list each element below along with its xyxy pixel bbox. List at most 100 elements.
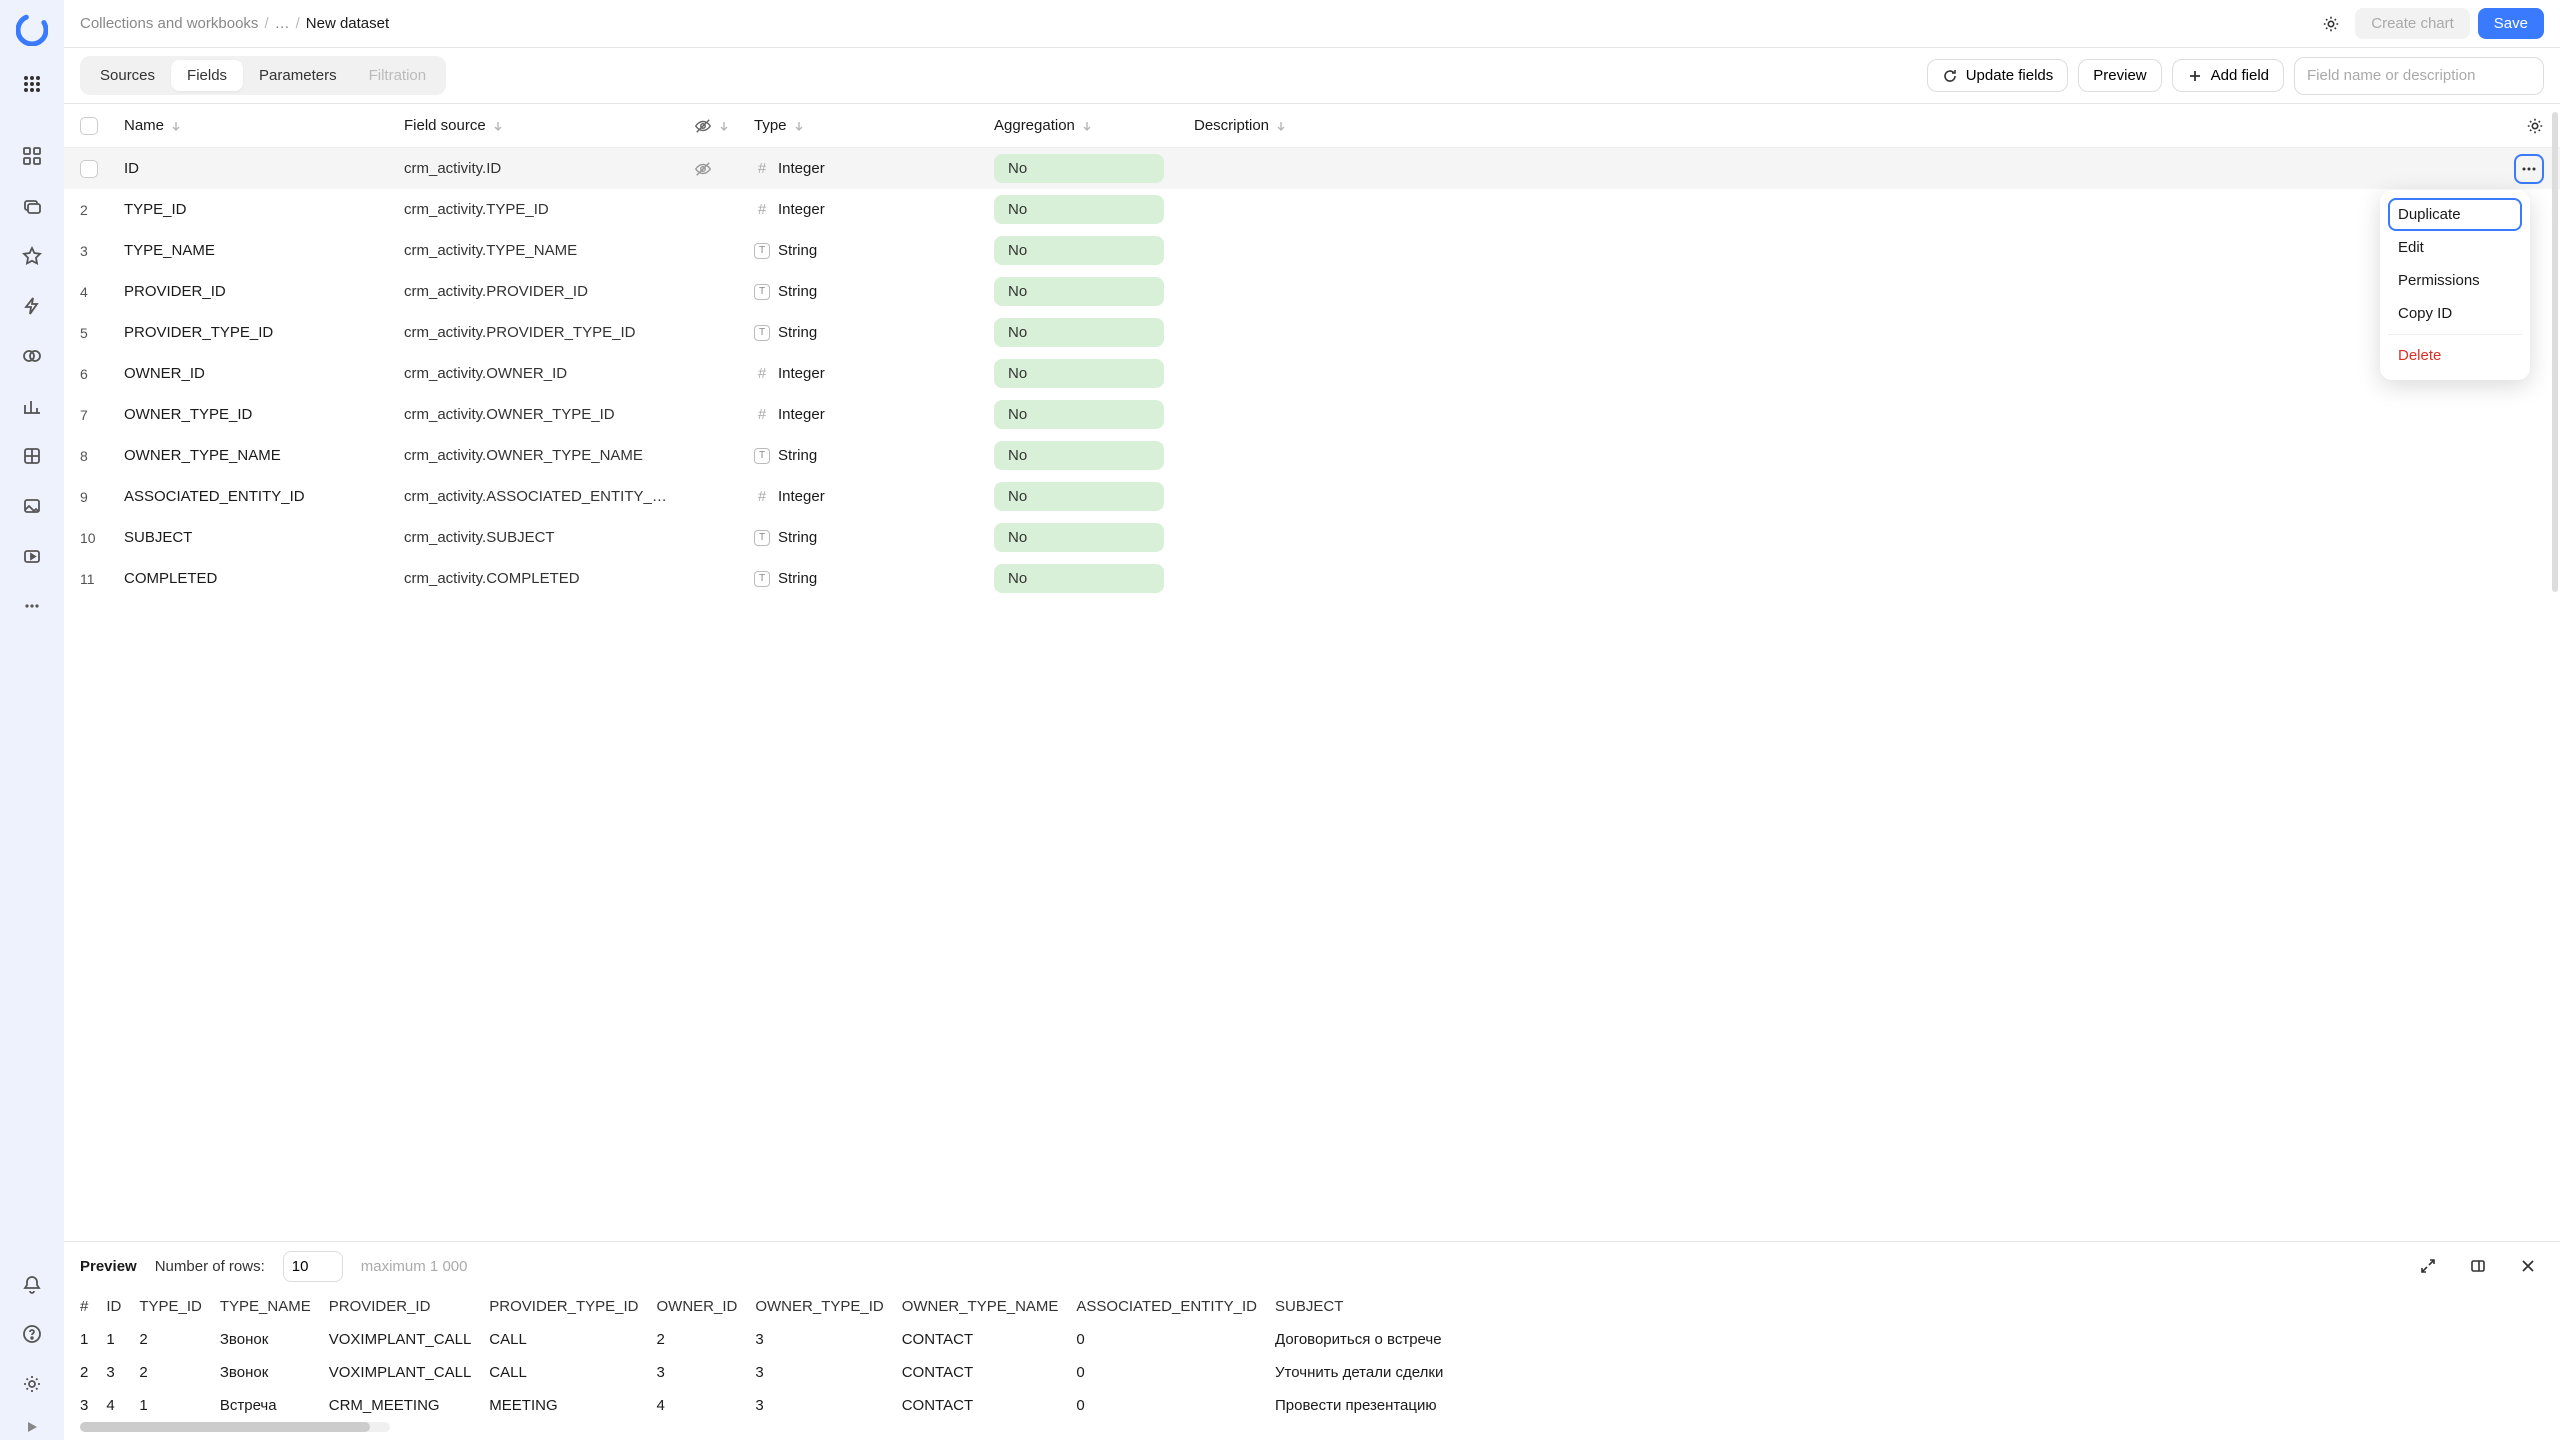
field-row[interactable]: 6OWNER_IDcrm_activity.OWNER_ID#IntegerNo — [64, 353, 2560, 394]
side-panel-icon[interactable] — [2462, 1250, 2494, 1282]
field-row[interactable]: 11COMPLETEDcrm_activity.COMPLETEDTString… — [64, 558, 2560, 599]
update-fields-label: Update fields — [1966, 67, 2054, 84]
close-icon[interactable] — [2512, 1250, 2544, 1282]
field-row[interactable]: 5PROVIDER_TYPE_IDcrm_activity.PROVIDER_T… — [64, 312, 2560, 353]
field-row[interactable]: 2TYPE_IDcrm_activity.TYPE_ID#IntegerNo — [64, 189, 2560, 230]
select-all-checkbox[interactable] — [80, 117, 98, 135]
preview-cell: MEETING — [489, 1389, 656, 1422]
field-row[interactable]: 3TYPE_NAMEcrm_activity.TYPE_NAMETStringN… — [64, 230, 2560, 271]
columns-settings-icon[interactable] — [2526, 117, 2544, 135]
preview-scrollbar[interactable] — [64, 1422, 2560, 1440]
field-type[interactable]: #Integer — [754, 201, 994, 218]
menu-copy-id[interactable]: Copy ID — [2388, 297, 2522, 330]
col-description[interactable]: Description — [1194, 117, 1269, 134]
col-name[interactable]: Name — [124, 117, 164, 134]
field-name: OWNER_TYPE_NAME — [124, 447, 404, 464]
field-row[interactable]: 9ASSOCIATED_ENTITY_IDcrm_activity.ASSOCI… — [64, 476, 2560, 517]
preview-cell: 2 — [80, 1356, 106, 1389]
field-type[interactable]: TString — [754, 283, 994, 300]
menu-edit[interactable]: Edit — [2388, 231, 2522, 264]
aggregation-pill[interactable]: No — [994, 195, 1164, 224]
view-tabs: Sources Fields Parameters Filtration — [80, 56, 446, 95]
save-button[interactable]: Save — [2478, 8, 2544, 39]
col-source[interactable]: Field source — [404, 117, 486, 134]
menu-duplicate[interactable]: Duplicate — [2388, 198, 2522, 231]
field-name: PROVIDER_ID — [124, 283, 404, 300]
chart-icon[interactable] — [12, 386, 52, 426]
preview-rows-input[interactable] — [283, 1251, 343, 1282]
play-icon[interactable] — [0, 1414, 64, 1440]
more-icon[interactable] — [12, 586, 52, 626]
aggregation-pill[interactable]: No — [994, 318, 1164, 347]
update-fields-button[interactable]: Update fields — [1927, 59, 2069, 92]
preview-table-wrap[interactable]: #IDTYPE_IDTYPE_NAMEPROVIDER_IDPROVIDER_T… — [64, 1290, 2560, 1422]
preview-col-header: PROVIDER_TYPE_ID — [489, 1290, 656, 1323]
field-type[interactable]: TString — [754, 529, 994, 546]
text-icon: T — [754, 325, 770, 341]
folder-play-icon[interactable] — [12, 536, 52, 576]
add-field-button[interactable]: Add field — [2172, 59, 2284, 92]
preview-cell: CALL — [489, 1323, 656, 1356]
aggregation-pill[interactable]: No — [994, 277, 1164, 306]
image-icon[interactable] — [12, 486, 52, 526]
text-icon: T — [754, 571, 770, 587]
field-type[interactable]: #Integer — [754, 488, 994, 505]
field-type[interactable]: TString — [754, 242, 994, 259]
aggregation-pill[interactable]: No — [994, 564, 1164, 593]
search-input[interactable] — [2294, 57, 2544, 95]
star-icon[interactable] — [12, 236, 52, 276]
aggregation-pill[interactable]: No — [994, 236, 1164, 265]
field-row[interactable]: IDcrm_activity.ID#IntegerNo — [64, 148, 2560, 189]
folders-icon[interactable] — [12, 186, 52, 226]
logo[interactable] — [14, 12, 50, 48]
preview-cell: 2 — [139, 1323, 220, 1356]
preview-col-header: OWNER_TYPE_ID — [755, 1290, 901, 1323]
vertical-scrollbar[interactable] — [2552, 112, 2558, 592]
menu-permissions[interactable]: Permissions — [2388, 264, 2522, 297]
tab-fields[interactable]: Fields — [171, 60, 243, 91]
aggregation-pill[interactable]: No — [994, 359, 1164, 388]
row-checkbox[interactable] — [80, 160, 98, 178]
breadcrumb-mid[interactable]: … — [275, 15, 290, 32]
rings-icon[interactable] — [12, 336, 52, 376]
field-type[interactable]: #Integer — [754, 365, 994, 382]
field-row[interactable]: 7OWNER_TYPE_IDcrm_activity.OWNER_TYPE_ID… — [64, 394, 2560, 435]
breadcrumb: Collections and workbooks / … / New data… — [80, 15, 389, 32]
breadcrumb-root[interactable]: Collections and workbooks — [80, 15, 258, 32]
field-row[interactable]: 8OWNER_TYPE_NAMEcrm_activity.OWNER_TYPE_… — [64, 435, 2560, 476]
bell-icon[interactable] — [12, 1264, 52, 1304]
settings-icon[interactable] — [12, 1364, 52, 1404]
help-icon[interactable] — [12, 1314, 52, 1354]
preview-button[interactable]: Preview — [2078, 59, 2161, 92]
field-row[interactable]: 10SUBJECTcrm_activity.SUBJECTTStringNo — [64, 517, 2560, 558]
aggregation-pill[interactable]: No — [994, 154, 1164, 183]
dashboard-icon[interactable] — [12, 136, 52, 176]
field-type[interactable]: #Integer — [754, 160, 994, 177]
preview-col-header: SUBJECT — [1275, 1290, 1461, 1323]
col-aggregation[interactable]: Aggregation — [994, 117, 1075, 134]
field-type[interactable]: TString — [754, 570, 994, 587]
settings-button[interactable] — [2315, 8, 2347, 40]
col-type[interactable]: Type — [754, 117, 787, 134]
apps-icon[interactable] — [12, 64, 52, 104]
preview-cell: CONTACT — [902, 1356, 1077, 1389]
aggregation-pill[interactable]: No — [994, 400, 1164, 429]
aggregation-pill[interactable]: No — [994, 482, 1164, 511]
field-row[interactable]: 4PROVIDER_IDcrm_activity.PROVIDER_IDTStr… — [64, 271, 2560, 312]
grid-icon[interactable] — [12, 436, 52, 476]
aggregation-pill[interactable]: No — [994, 523, 1164, 552]
eye-off-icon[interactable] — [694, 160, 712, 178]
menu-delete[interactable]: Delete — [2388, 339, 2522, 372]
tab-parameters[interactable]: Parameters — [243, 60, 353, 91]
aggregation-pill[interactable]: No — [994, 441, 1164, 470]
expand-icon[interactable] — [2412, 1250, 2444, 1282]
field-type[interactable]: TString — [754, 447, 994, 464]
tab-sources[interactable]: Sources — [84, 60, 171, 91]
field-type[interactable]: TString — [754, 324, 994, 341]
preview-cell: CALL — [489, 1356, 656, 1389]
eye-off-icon[interactable] — [694, 117, 712, 135]
bolt-icon[interactable] — [12, 286, 52, 326]
field-type[interactable]: #Integer — [754, 406, 994, 423]
row-more-button[interactable] — [2514, 154, 2544, 184]
field-source: crm_activity.TYPE_NAME — [404, 242, 694, 259]
